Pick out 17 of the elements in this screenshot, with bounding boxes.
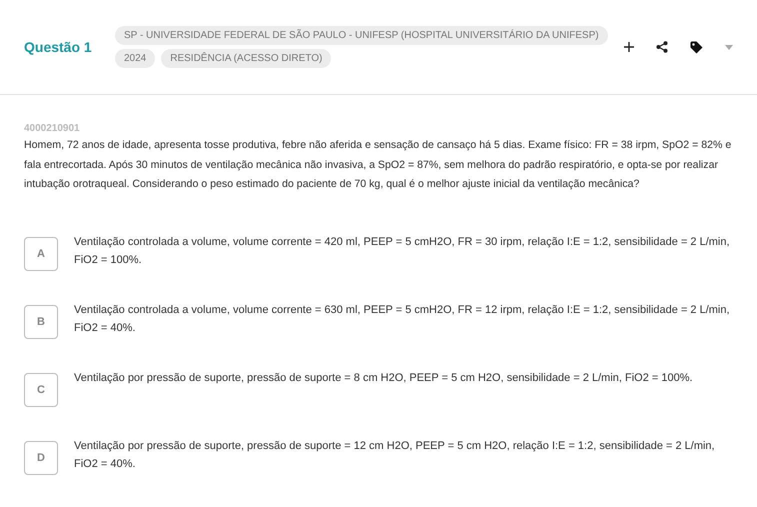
tag-icon[interactable] [690,40,703,54]
tag: 2024 [115,49,156,68]
option-letter-button[interactable]: A [24,236,58,270]
question-id: 4000210901 [24,123,81,134]
option-letter-button[interactable]: B [24,304,58,338]
share-icon[interactable] [656,41,668,53]
question-text: Homem, 72 anos de idade, apresenta tosse produtiva, febre não aferida e sensação de cansaço há 5 dias. Exame físico: FR = 38 irpm, SpO2 = 82% e fala entrecortada. Após 30 minutos de ventilação mecânica não invasiva, a SpO2 = 87%, sem melhora do padrão respiratório, e opta-se por realizar intubação orotraqueal. Considerando o peso estimado do paciente de 70 kg, qual é o melhor ajuste inicial da ventilação mecânica? [24,138,732,192]
plus-icon[interactable] [624,42,634,52]
tag: RESIDÊNCIA (ACESSO DIRETO) [161,49,332,68]
option-text: Ventilação por pressão de suporte, pressão de suporte = 12 cm H2O, PEEP = 5 cm H2O, relação I:E = 1:2, sensibilidade = 2 L/min, FiO2 = 40%. [74,438,716,472]
tag: SP - UNIVERSIDADE FEDERAL DE SÃO PAULO - UNIFESP (HOSPITAL UNIVERSITÁRIO DA UNIFESP) [115,26,608,45]
option-letter-button[interactable]: D [24,440,58,474]
option-text: Ventilação controlada a volume, volume corrente = 420 ml, PEEP = 5 cmH2O, FR = 30 irpm, relação I:E = 1:2, sensibilidade = 2 L/min, FiO2 = 100%. [74,234,731,268]
option-text: Ventilação por pressão de suporte, pressão de suporte = 8 cm H2O, PEEP = 5 cm H2O, sensibilidade = 2 L/min, FiO2 = 100%. [74,370,693,386]
question-title: Questão 1 [24,39,93,55]
option-letter-button[interactable]: C [24,372,58,406]
option-text: Ventilação controlada a volume, volume corrente = 630 ml, PEEP = 5 cmH2O, FR = 12 irpm, relação I:E = 1:2, sensibilidade = 2 L/min, FiO2 = 40%. [74,302,731,336]
